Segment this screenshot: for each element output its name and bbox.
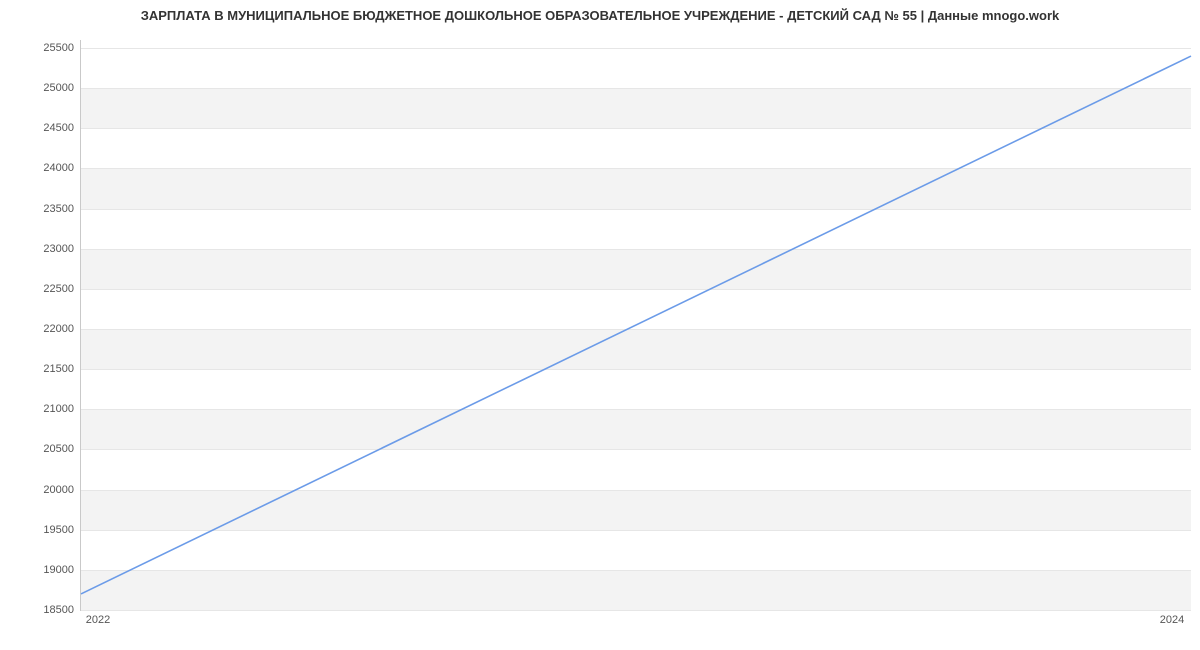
y-tick-label: 23500 bbox=[14, 203, 74, 215]
y-tick-label: 20500 bbox=[14, 443, 74, 455]
x-tick-label: 2022 bbox=[86, 614, 110, 626]
y-tick-label: 21500 bbox=[14, 363, 74, 375]
y-tick-label: 22500 bbox=[14, 283, 74, 295]
series-line bbox=[81, 56, 1191, 594]
y-tick-label: 25000 bbox=[14, 82, 74, 94]
y-tick-label: 24000 bbox=[14, 162, 74, 174]
y-tick-label: 24500 bbox=[14, 122, 74, 134]
y-tick-label: 21000 bbox=[14, 403, 74, 415]
chart-line-layer bbox=[81, 40, 1191, 610]
y-tick-label: 18500 bbox=[14, 604, 74, 616]
plot-area bbox=[80, 40, 1191, 611]
chart-title: ЗАРПЛАТА В МУНИЦИПАЛЬНОЕ БЮДЖЕТНОЕ ДОШКО… bbox=[0, 8, 1200, 23]
y-tick-label: 19500 bbox=[14, 524, 74, 536]
y-tick-label: 22000 bbox=[14, 323, 74, 335]
gridline bbox=[81, 610, 1191, 611]
y-tick-label: 20000 bbox=[14, 484, 74, 496]
x-tick-label: 2024 bbox=[1160, 614, 1184, 626]
y-tick-label: 23000 bbox=[14, 243, 74, 255]
y-tick-label: 19000 bbox=[14, 564, 74, 576]
y-tick-label: 25500 bbox=[14, 42, 74, 54]
